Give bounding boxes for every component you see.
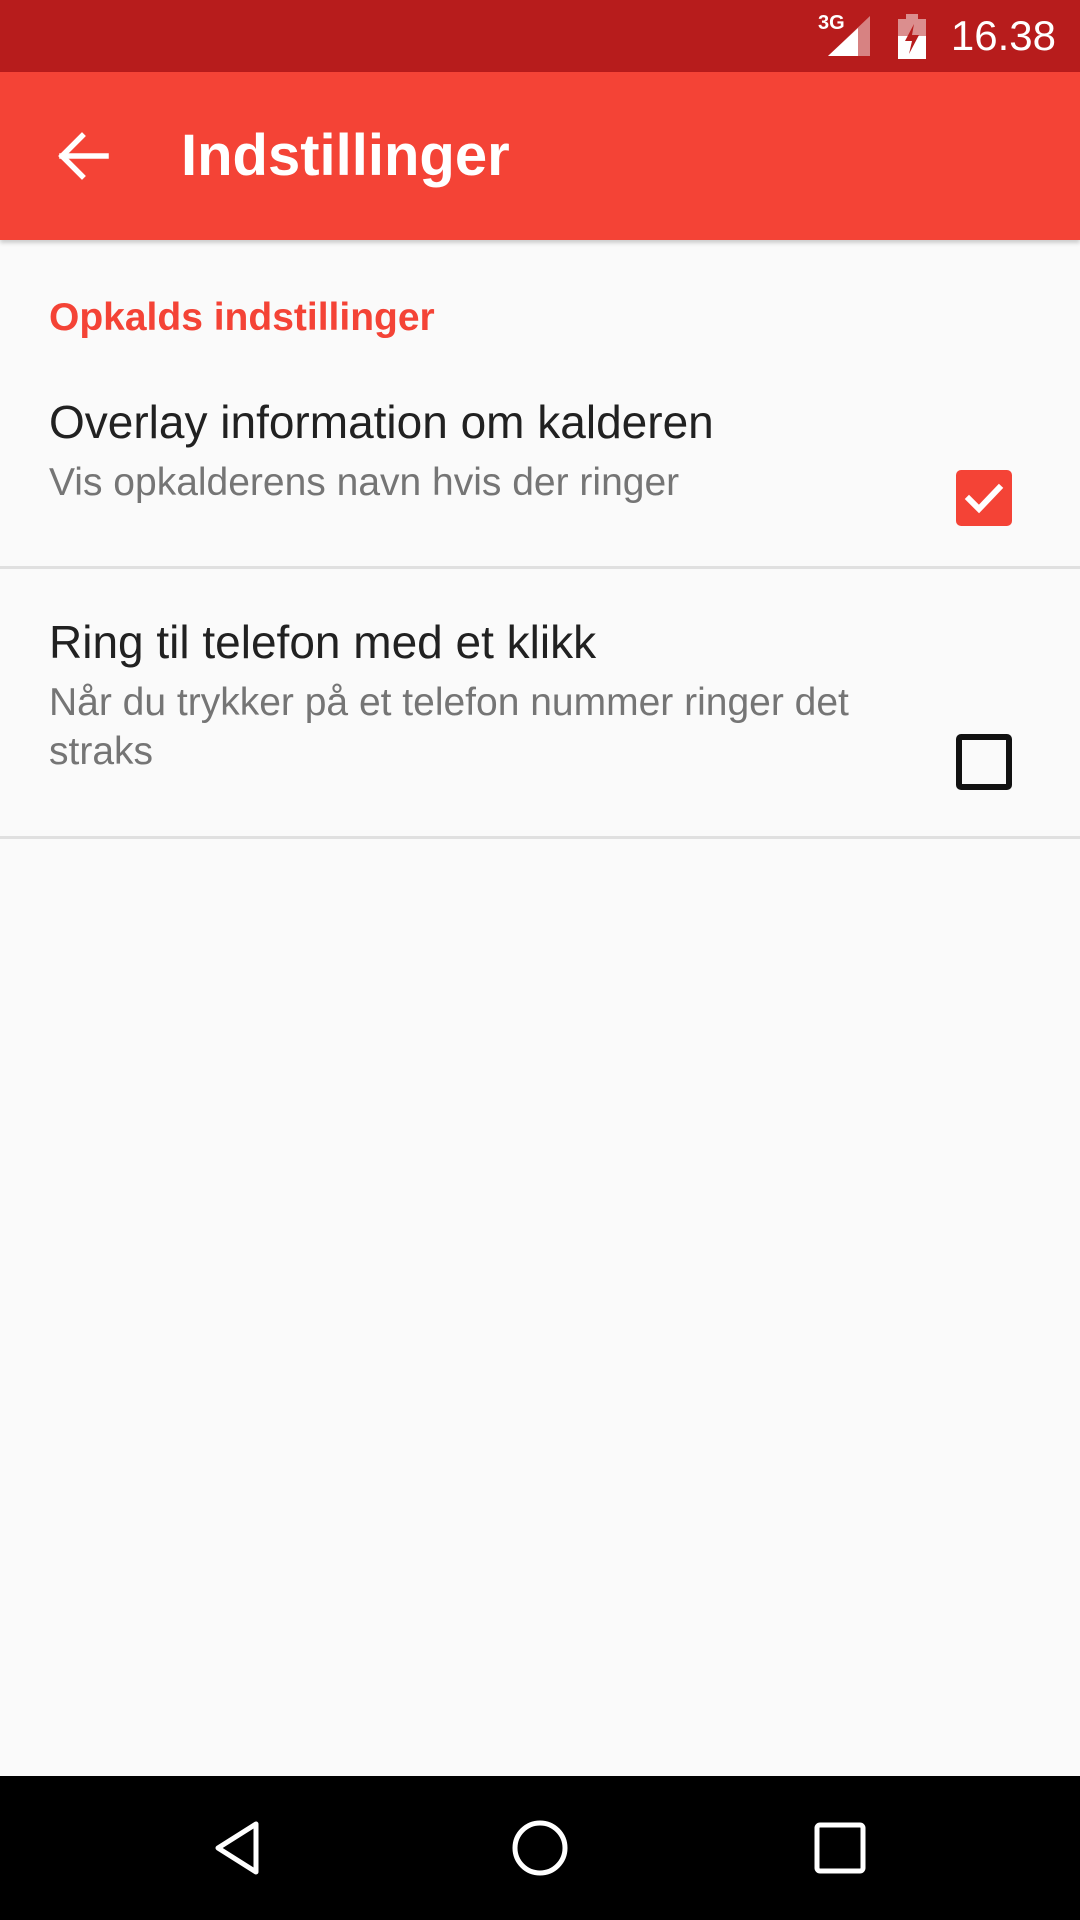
signal-icon: 3G xyxy=(818,12,876,58)
checkmark-icon xyxy=(964,483,1004,514)
nav-recents-icon xyxy=(814,1822,866,1874)
nav-recents-button[interactable] xyxy=(790,1798,890,1898)
overlay-caller-info-setting[interactable]: Overlay information om kalderen Vis opka… xyxy=(0,380,1080,568)
status-time: 16.38 xyxy=(950,12,1056,59)
setting-title: Overlay information om kalderen xyxy=(49,396,714,448)
divider xyxy=(0,566,1080,569)
one-click-call-setting[interactable]: Ring til telefon med et klikk Når du try… xyxy=(0,570,1080,838)
category-header: Opkalds indstillinger xyxy=(49,296,435,339)
divider xyxy=(0,836,1080,839)
app-bar: Indstillinger xyxy=(0,72,1080,240)
nav-back-icon xyxy=(215,1821,259,1875)
battery-charging-icon xyxy=(896,14,928,60)
settings-screen: 3G 16.38 Indstillinger Opkalds indstilli… xyxy=(0,0,1080,1920)
arrow-back-icon xyxy=(58,132,109,180)
nav-home-icon xyxy=(512,1820,568,1876)
one-click-call-checkbox[interactable] xyxy=(956,734,1012,790)
status-bar: 3G 16.38 xyxy=(0,0,1080,72)
navigation-bar xyxy=(0,1776,1080,1920)
setting-summary: Når du trykker på et telefon nummer ring… xyxy=(49,681,849,773)
nav-back-button[interactable] xyxy=(190,1798,290,1898)
page-title: Indstillinger xyxy=(181,123,510,188)
back-button[interactable] xyxy=(30,102,138,210)
setting-summary: Vis opkalderens navn hvis der ringer xyxy=(49,461,680,504)
nav-home-button[interactable] xyxy=(490,1798,590,1898)
overlay-checkbox[interactable] xyxy=(956,470,1012,526)
setting-title: Ring til telefon med et klikk xyxy=(49,616,597,668)
